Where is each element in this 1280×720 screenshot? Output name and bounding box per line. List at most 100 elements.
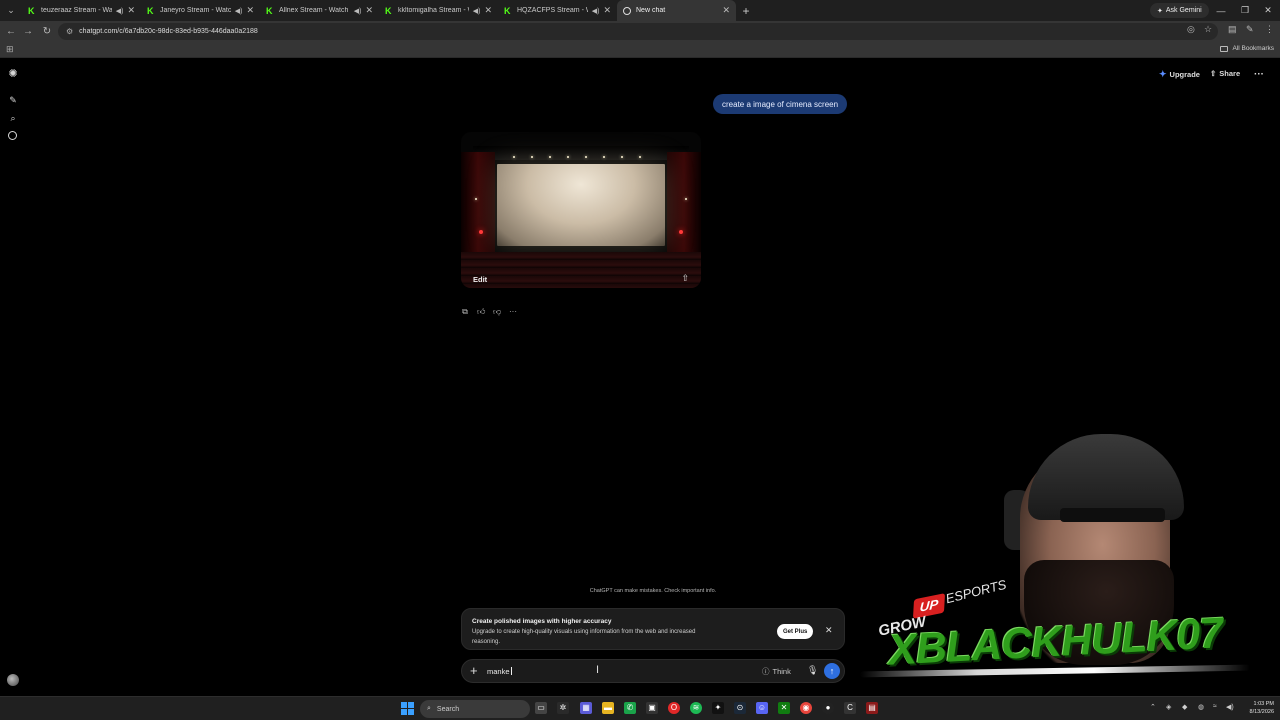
chat-composer[interactable]: + manke ⓘ Think 🎙︎ ↑ bbox=[461, 659, 845, 683]
audio-icon[interactable]: ◀) bbox=[354, 7, 362, 15]
close-tab-icon[interactable]: ✕ bbox=[484, 5, 492, 16]
new-tab-icon[interactable]: + bbox=[736, 4, 756, 18]
audio-icon[interactable]: ◀) bbox=[592, 7, 600, 15]
avatar[interactable] bbox=[7, 674, 19, 686]
tab-title: teuzeraaz Stream - Watch L bbox=[41, 7, 112, 14]
back-icon[interactable]: ← bbox=[3, 24, 19, 39]
terminal-icon[interactable]: ✲ bbox=[557, 702, 569, 714]
close-icon[interactable]: ✕ bbox=[825, 625, 833, 636]
taskbar-search-box[interactable]: ⌕ Search bbox=[420, 700, 530, 718]
reload-icon[interactable]: ↻ bbox=[39, 24, 55, 39]
send-button[interactable]: ↑ bbox=[824, 663, 840, 679]
tray-app-icon[interactable]: ◆ bbox=[1182, 703, 1187, 711]
opera-icon[interactable]: O bbox=[668, 702, 680, 714]
windows-start-icon[interactable] bbox=[401, 702, 414, 715]
star-icon[interactable]: ☆ bbox=[1204, 24, 1212, 35]
disclaimer: ChatGPT can make mistakes. Check importa… bbox=[589, 588, 717, 594]
browser-tab[interactable]: K Janeyro Stream - Watch Live ◀) ✕ bbox=[141, 0, 260, 21]
openai-logo-icon[interactable]: ✺ bbox=[8, 69, 18, 80]
eye-off-icon[interactable]: ◎ bbox=[1187, 24, 1195, 35]
volume-icon[interactable]: ◀) bbox=[1226, 703, 1234, 711]
search-icon[interactable]: ⌕ bbox=[8, 113, 18, 123]
image-light bbox=[603, 156, 605, 158]
close-tab-icon[interactable]: ✕ bbox=[603, 5, 611, 16]
microphone-icon[interactable]: 🎙︎ bbox=[807, 665, 818, 676]
all-bookmarks-button[interactable]: All Bookmarks bbox=[1220, 45, 1274, 52]
plus-icon[interactable]: + bbox=[470, 663, 478, 679]
kick-icon: K bbox=[504, 5, 511, 16]
kick-icon: K bbox=[147, 5, 154, 16]
browser-tab-active[interactable]: New chat ✕ bbox=[617, 0, 736, 21]
tray-app-icon[interactable]: ◍ bbox=[1198, 703, 1204, 711]
upgrade-button[interactable]: ✦ Upgrade bbox=[1159, 69, 1200, 80]
close-window-icon[interactable]: ✕ bbox=[1256, 0, 1280, 21]
xbox-icon[interactable]: ✕ bbox=[778, 702, 790, 714]
close-tab-icon[interactable]: ✕ bbox=[722, 5, 730, 16]
image-curtain-left bbox=[461, 152, 495, 262]
more-icon[interactable]: ··· bbox=[509, 308, 517, 316]
game-icon[interactable]: ✦ bbox=[712, 702, 724, 714]
image-light bbox=[585, 156, 587, 158]
ask-gemini-button[interactable]: ✦ Ask Gemini bbox=[1150, 3, 1209, 18]
task-view-icon[interactable]: ▭ bbox=[535, 702, 547, 714]
restore-icon[interactable]: ❐ bbox=[1233, 0, 1257, 21]
minimize-icon[interactable]: — bbox=[1209, 0, 1233, 21]
copy-icon[interactable]: ⧉ bbox=[461, 308, 469, 316]
spotify-icon[interactable]: ≋ bbox=[690, 702, 702, 714]
taskbar-clock[interactable]: 1:03 PM 8/13/2026 bbox=[1250, 700, 1274, 716]
chat-history-icon[interactable] bbox=[8, 131, 17, 140]
browser-tab[interactable]: K kkltomigalha Stream - Watch ◀) ✕ bbox=[379, 0, 498, 21]
thumbs-up-icon[interactable]: 👍︎ bbox=[477, 308, 485, 316]
chrome-icon[interactable]: ◉ bbox=[800, 702, 812, 714]
think-button[interactable]: ⓘ Think bbox=[762, 666, 791, 677]
audio-icon[interactable]: ◀) bbox=[235, 7, 243, 15]
extension-icon[interactable]: ✎ bbox=[1246, 24, 1254, 35]
bookmarks-bar: ⊞ All Bookmarks bbox=[0, 42, 1280, 58]
browser-menu-icon[interactable]: ⋮ bbox=[1265, 24, 1274, 35]
forward-icon[interactable]: → bbox=[20, 24, 36, 39]
composer-input[interactable]: manke bbox=[487, 667, 512, 676]
image-light bbox=[567, 156, 569, 158]
side-panel-icon[interactable]: ▤ bbox=[1228, 24, 1237, 35]
browser-tab[interactable]: K HQZACFPS Stream - Watch Li ◀) ✕ bbox=[498, 0, 617, 21]
thumbs-down-icon[interactable]: 👎︎ bbox=[493, 308, 501, 316]
share-icon: ⇧ bbox=[1210, 69, 1217, 78]
obs-icon[interactable]: ● bbox=[822, 702, 834, 714]
image-curtain-right bbox=[667, 152, 701, 262]
audio-icon[interactable]: ◀) bbox=[116, 7, 124, 15]
close-tab-icon[interactable]: ✕ bbox=[127, 5, 135, 16]
browser-tab[interactable]: K Allnex Stream - Watch Live ◀) ✕ bbox=[260, 0, 379, 21]
tray-app-icon[interactable]: ◈ bbox=[1166, 703, 1171, 711]
tab-search-icon[interactable]: ⌄ bbox=[0, 0, 22, 21]
audio-icon[interactable]: ◀) bbox=[473, 7, 481, 15]
capture-icon[interactable]: ▣ bbox=[646, 702, 658, 714]
whatsapp-icon[interactable]: ✆ bbox=[624, 702, 636, 714]
image-light bbox=[639, 156, 641, 158]
generated-image[interactable]: Edit ⇧ bbox=[461, 132, 701, 288]
wifi-icon[interactable]: ≈ bbox=[1213, 703, 1217, 710]
share-button[interactable]: ⇧ Share bbox=[1210, 69, 1240, 78]
file-explorer-icon[interactable]: ▬ bbox=[602, 702, 614, 714]
more-options-icon[interactable]: ··· bbox=[1254, 69, 1264, 80]
discord-icon[interactable]: ☺ bbox=[756, 702, 768, 714]
browser-tab[interactable]: K teuzeraaz Stream - Watch L ◀) ✕ bbox=[22, 0, 141, 21]
new-chat-icon[interactable]: ✎ bbox=[8, 95, 18, 105]
apps-grid-icon[interactable]: ⊞ bbox=[6, 44, 14, 55]
url-input[interactable]: ⚙ chatgpt.com/c/6a7db20c-98dc-83ed-b935-… bbox=[58, 23, 1218, 40]
close-tab-icon[interactable]: ✕ bbox=[365, 5, 373, 16]
image-share-icon[interactable]: ⇧ bbox=[681, 273, 689, 284]
app-icon[interactable]: ▤ bbox=[866, 702, 878, 714]
image-light bbox=[531, 156, 533, 158]
image-ceiling bbox=[473, 146, 689, 160]
site-info-icon[interactable]: ⚙ bbox=[66, 27, 73, 36]
all-bookmarks-label: All Bookmarks bbox=[1232, 45, 1274, 52]
image-edit-button[interactable]: Edit bbox=[473, 275, 487, 284]
get-plus-button[interactable]: Get Plus bbox=[777, 624, 814, 639]
tray-chevron-icon[interactable]: ⌃ bbox=[1150, 703, 1156, 711]
close-tab-icon[interactable]: ✕ bbox=[246, 5, 254, 16]
app-grid-icon[interactable]: ▦ bbox=[580, 702, 592, 714]
steam-icon[interactable]: ⊙ bbox=[734, 702, 746, 714]
capcut-icon[interactable]: C bbox=[844, 702, 856, 714]
think-label: Think bbox=[772, 667, 791, 676]
upgrade-label: Upgrade bbox=[1169, 70, 1200, 79]
